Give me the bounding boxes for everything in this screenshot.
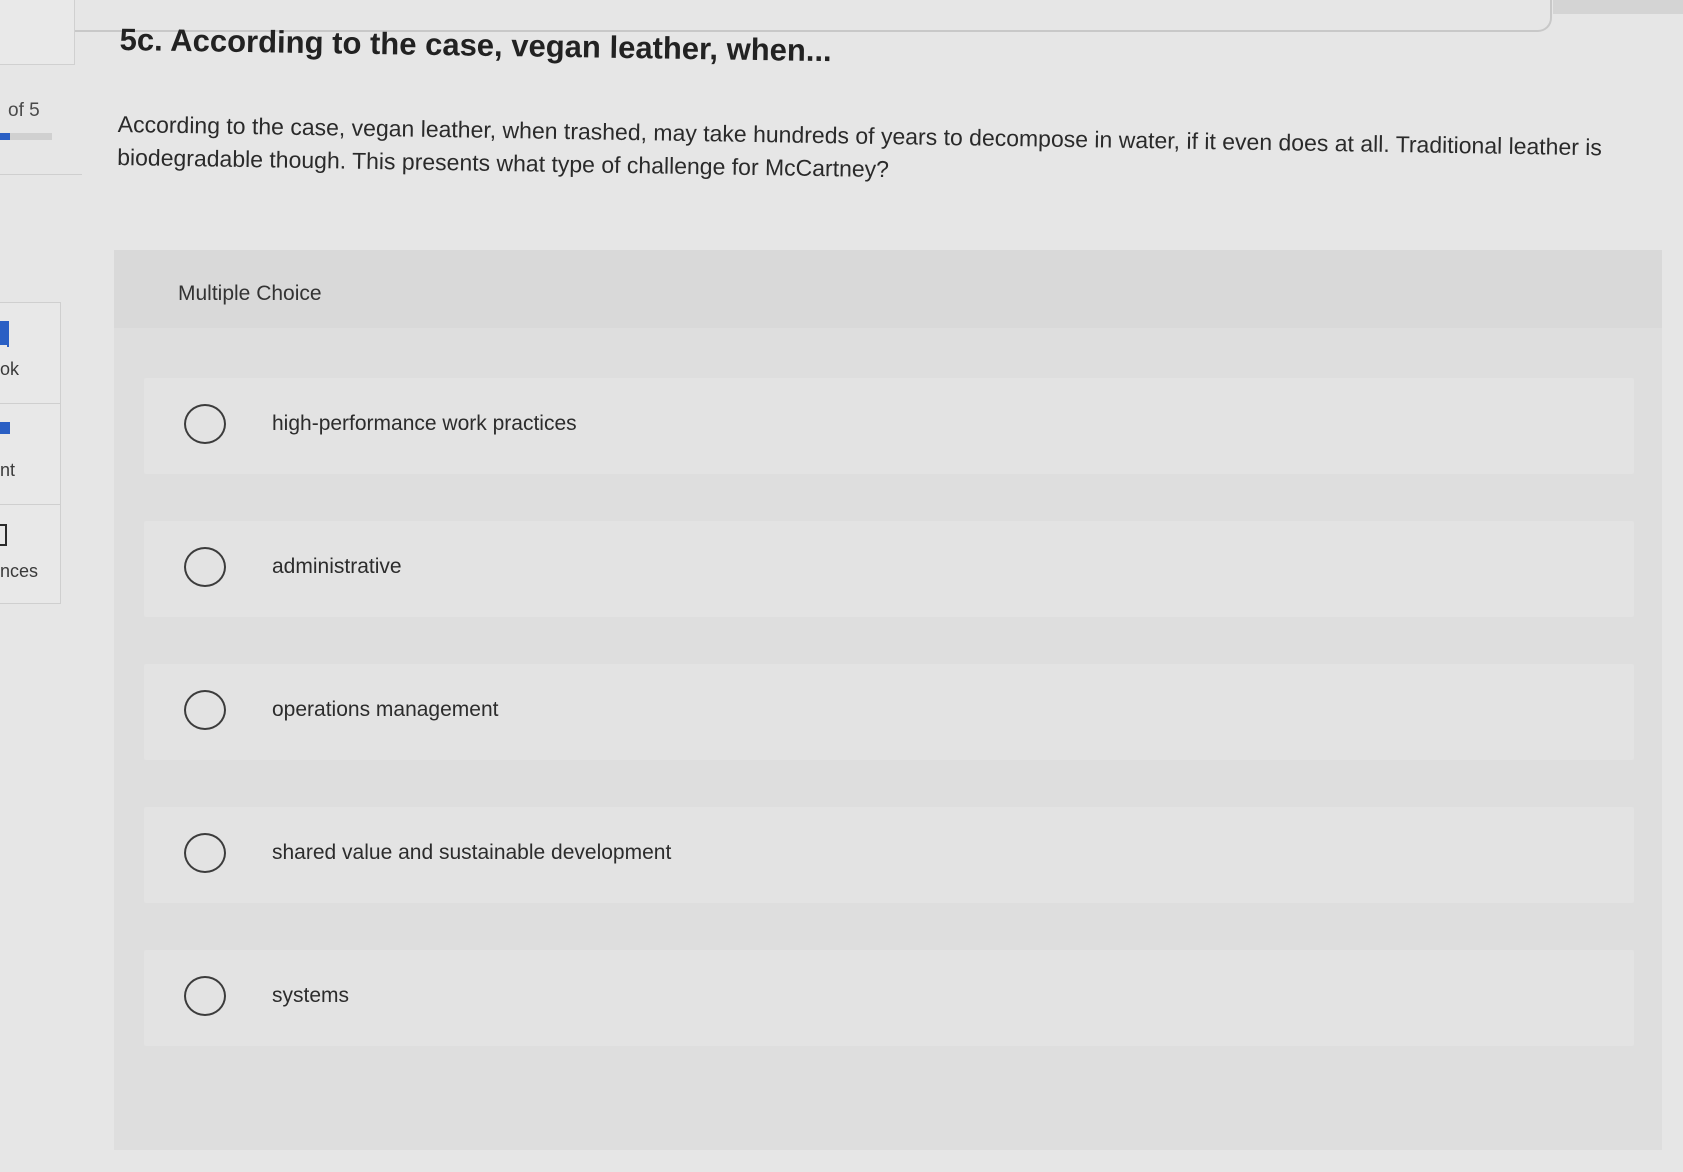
radio-button[interactable] bbox=[184, 547, 226, 587]
radio-button[interactable] bbox=[184, 833, 226, 873]
multiple-choice-header: Multiple Choice bbox=[114, 250, 1662, 328]
print-icon bbox=[0, 422, 10, 434]
sidebar-item-references[interactable]: nces bbox=[0, 505, 60, 605]
answer-option[interactable]: shared value and sustainable development bbox=[144, 807, 1634, 903]
question-progress-fill bbox=[0, 133, 10, 140]
answer-options: high-performance work practices administ… bbox=[144, 378, 1634, 1093]
answer-option-label: high-performance work practices bbox=[272, 412, 577, 435]
radio-button[interactable] bbox=[184, 404, 226, 444]
sidebar-item-label: ok bbox=[0, 359, 20, 379]
answer-option-label: operations management bbox=[272, 698, 499, 721]
sidebar-item-print[interactable]: nt bbox=[0, 404, 60, 505]
references-icon bbox=[0, 524, 7, 546]
answer-option-label: administrative bbox=[272, 555, 402, 578]
sidebar-tools: ok nt nces bbox=[0, 302, 61, 604]
answer-option-label: shared value and sustainable development bbox=[272, 841, 672, 864]
left-sidebar: of 5 ok nt nces bbox=[0, 0, 82, 1172]
question-main: 5c. According to the case, vegan leather… bbox=[90, 0, 1683, 1172]
radio-button[interactable] bbox=[184, 976, 226, 1016]
answer-option[interactable]: high-performance work practices bbox=[144, 378, 1634, 474]
question-title: 5c. According to the case, vegan leather… bbox=[119, 22, 832, 69]
multiple-choice-panel: Multiple Choice high-performance work pr… bbox=[114, 250, 1662, 1150]
answer-option-label: systems bbox=[272, 984, 350, 1007]
sidebar-item-label: nt bbox=[0, 460, 16, 480]
question-progress-bar bbox=[0, 133, 52, 140]
question-text: According to the case, vegan leather, wh… bbox=[117, 110, 1603, 183]
answer-option[interactable]: systems bbox=[144, 950, 1634, 1046]
radio-button[interactable] bbox=[184, 690, 226, 730]
answer-option[interactable]: administrative bbox=[144, 521, 1634, 617]
sidebar-item-ebook[interactable]: ok bbox=[0, 303, 60, 404]
question-type-label: Multiple Choice bbox=[178, 282, 322, 305]
question-progress-text: of 5 bbox=[8, 100, 40, 121]
sidebar-item-label: nces bbox=[0, 561, 39, 581]
sidebar-divider bbox=[0, 174, 82, 175]
answer-option[interactable]: operations management bbox=[144, 664, 1634, 760]
book-icon bbox=[0, 321, 9, 347]
sidebar-top-panel bbox=[0, 0, 75, 65]
